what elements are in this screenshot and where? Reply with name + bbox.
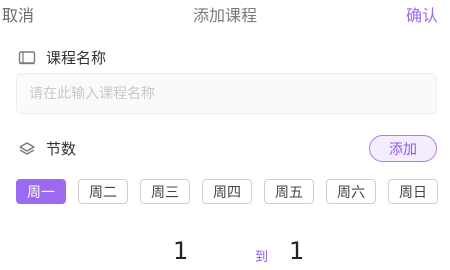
sections-label-row: 节数 <box>18 138 76 159</box>
day-chip-thu[interactable]: 周四 <box>202 179 252 204</box>
range-to-label: 到 <box>255 250 269 265</box>
day-chip-sun[interactable]: 周日 <box>388 179 438 204</box>
header: 取消 添加课程 确认 <box>0 0 450 26</box>
day-chip-wed[interactable]: 周三 <box>140 179 190 204</box>
day-chip-mon[interactable]: 周一 <box>16 179 66 204</box>
day-chip-sat[interactable]: 周六 <box>326 179 376 204</box>
course-name-label-row: 课程名称 <box>18 47 106 68</box>
confirm-button[interactable]: 确认 <box>406 2 438 26</box>
layers-icon <box>18 140 36 158</box>
add-section-button[interactable]: 添加 <box>369 135 437 162</box>
range-end-value[interactable]: 1 <box>289 237 304 265</box>
sections-label: 节数 <box>46 140 77 158</box>
add-course-page: 取消 添加课程 确认 课程名称 节数 添加 周一 周二 周三 周四 周五 周六 <box>0 0 450 270</box>
range-start-value[interactable]: 1 <box>173 237 188 265</box>
page-title: 添加课程 <box>192 6 257 25</box>
weekday-selector: 周一 周二 周三 周四 周五 周六 周日 <box>16 179 438 204</box>
book-icon <box>18 49 36 67</box>
cancel-button[interactable]: 取消 <box>2 2 34 26</box>
day-chip-tue[interactable]: 周二 <box>78 179 128 204</box>
course-name-input[interactable] <box>16 73 437 114</box>
day-chip-fri[interactable]: 周五 <box>264 179 314 204</box>
course-name-label: 课程名称 <box>46 49 107 67</box>
